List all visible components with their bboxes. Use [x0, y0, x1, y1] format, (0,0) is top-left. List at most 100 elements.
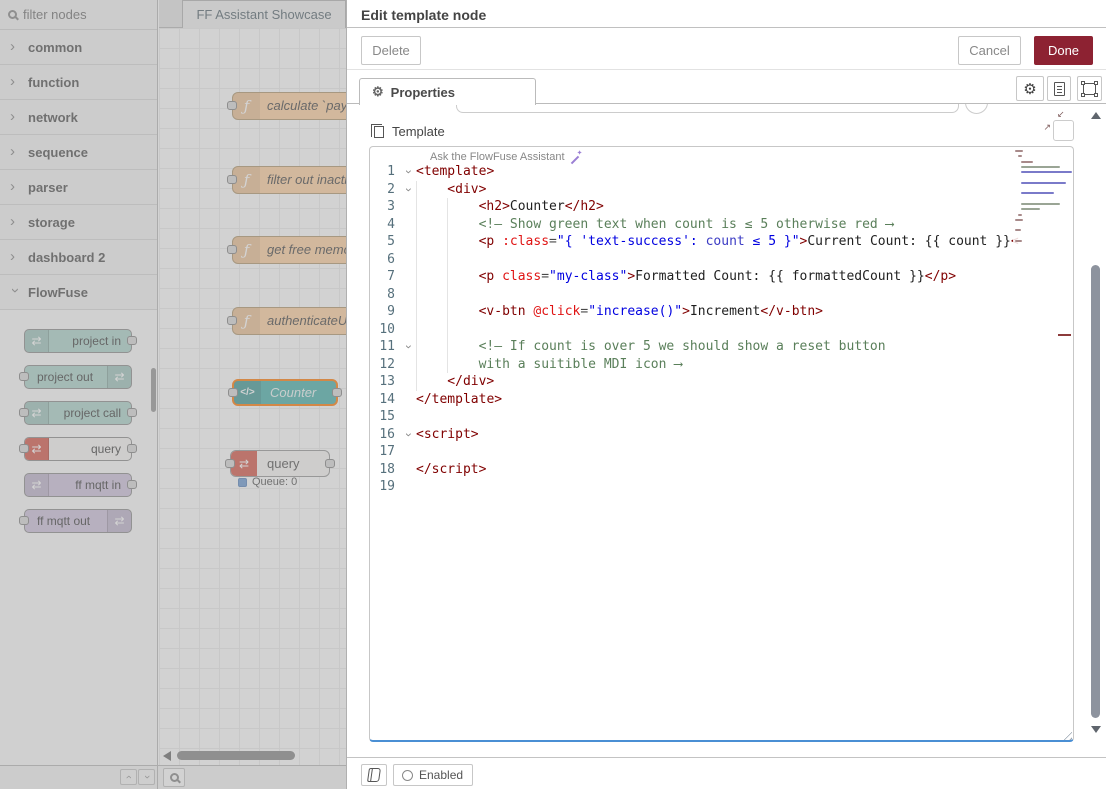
tray-scroll-thumb[interactable]	[1091, 265, 1100, 718]
node-port[interactable]	[127, 336, 137, 345]
palette-category-dashboard-2[interactable]: ›dashboard 2	[0, 240, 157, 275]
scroll-up-icon[interactable]	[1091, 112, 1101, 119]
canvas-h-scrollbar[interactable]	[163, 750, 346, 762]
node-link-icon: ⇄	[25, 474, 49, 496]
palette-category-network[interactable]: ›network	[0, 100, 157, 135]
palette-search[interactable]	[0, 0, 157, 30]
assistant-placeholder[interactable]: Ask the FlowFuse Assistant	[430, 150, 582, 164]
code-text: <script>	[416, 426, 1073, 444]
appearance-button[interactable]	[1077, 76, 1102, 101]
cancel-button[interactable]: Cancel	[958, 36, 1021, 65]
palette-node-project-call[interactable]: ⇄project call	[24, 401, 132, 425]
flow-canvas[interactable]: FF Assistant Showcase ƒcalculate `pay ƒfi…	[159, 0, 346, 765]
enabled-toggle-button[interactable]: Enabled	[393, 764, 473, 786]
flow-tab[interactable]: FF Assistant Showcase	[182, 0, 346, 28]
node-port[interactable]	[332, 388, 342, 397]
group-frame-icon	[1083, 83, 1096, 95]
code-line: 9<v-btn @click="increase()">Increment</v…	[370, 303, 1073, 321]
code-line: 5<p :class="{ 'text-success': count ≤ 5 …	[370, 233, 1073, 251]
resize-grip[interactable]	[1060, 728, 1072, 740]
tray-toolbar: Delete Cancel Done	[347, 28, 1106, 70]
code-text: <!— Show green text when count is ≤ 5 ot…	[416, 216, 1073, 234]
tray-title: Edit template node	[361, 7, 486, 23]
fold-chevron-icon[interactable]: ›	[400, 426, 416, 444]
editor-minimap[interactable]	[1013, 150, 1071, 251]
node-port[interactable]	[225, 459, 235, 468]
line-number: 4	[370, 216, 400, 234]
node-port[interactable]	[227, 175, 237, 184]
palette-category-sequence[interactable]: ›sequence	[0, 135, 157, 170]
code-editor[interactable]: Ask the FlowFuse Assistant 1›<template>2…	[369, 146, 1074, 742]
done-button[interactable]: Done	[1034, 36, 1093, 65]
chevron-icon: ›	[10, 112, 20, 122]
flow-node-label: query	[267, 456, 300, 471]
canvas-search-button[interactable]	[163, 768, 185, 787]
canvas-tabbar: FF Assistant Showcase	[159, 0, 346, 28]
code-lines: 1›<template>2›<div>3<h2>Counter</h2>4<!—…	[370, 163, 1073, 496]
node-port[interactable]	[227, 316, 237, 325]
palette-node-query[interactable]: ⇄query	[24, 437, 132, 461]
node-port[interactable]	[19, 444, 29, 453]
fold-gutter	[400, 268, 416, 286]
node-port[interactable]	[127, 480, 137, 489]
settings-button[interactable]: ⚙	[1016, 76, 1044, 101]
flow-node-query[interactable]: ⇄query	[230, 450, 330, 477]
node-port[interactable]	[227, 101, 237, 110]
node-help-button[interactable]	[361, 764, 387, 786]
scroll-down-icon[interactable]	[1091, 726, 1101, 733]
palette-node-label: project in	[72, 334, 121, 348]
palette-category-parser[interactable]: ›parser	[0, 170, 157, 205]
node-port[interactable]	[127, 444, 137, 453]
name-field-partial[interactable]	[456, 104, 959, 113]
node-port[interactable]	[228, 388, 238, 397]
code-text: with a suitible MDI icon ⟶	[416, 356, 1073, 374]
node-port[interactable]	[325, 459, 335, 468]
magic-wand-icon	[570, 152, 582, 163]
palette-category-storage[interactable]: ›storage	[0, 205, 157, 240]
line-number: 15	[370, 408, 400, 426]
node-port[interactable]	[19, 372, 29, 381]
palette-node-ff-mqtt-in[interactable]: ⇄ff mqtt in	[24, 473, 132, 497]
palette-node-project-in[interactable]: ⇄project in	[24, 329, 132, 353]
book-icon	[367, 768, 381, 782]
palette-node-ff-mqtt-out[interactable]: ⇄ff mqtt out	[24, 509, 132, 533]
template-icon: </>	[234, 381, 261, 404]
palette-category-function[interactable]: ›function	[0, 65, 157, 100]
tab-properties[interactable]: ⚙ Properties	[359, 78, 536, 105]
toggle-circle-partial[interactable]	[965, 104, 988, 114]
palette-node-label: project out	[37, 370, 93, 384]
palette-category-FlowFuse[interactable]: ›FlowFuse	[0, 275, 157, 310]
flow-node-get-free-memo[interactable]: ƒget free memo	[232, 236, 346, 264]
fold-chevron-icon[interactable]: ›	[400, 338, 416, 356]
line-number: 19	[370, 478, 400, 496]
code-text: <template>	[416, 163, 1073, 181]
expand-all-button[interactable]: ›	[138, 769, 155, 785]
code-line: 7<p class="my-class">Formatted Count: {{…	[370, 268, 1073, 286]
tray-scrollbar[interactable]	[1090, 104, 1102, 757]
scroll-left-icon[interactable]	[163, 751, 171, 761]
collapse-all-button[interactable]: ›	[120, 769, 137, 785]
flow-node-authenticateU[interactable]: ƒauthenticateU	[232, 307, 346, 335]
expand-editor-button[interactable]: ↗↙	[1053, 120, 1074, 141]
flow-node-Counter[interactable]: </>Counter	[232, 379, 338, 406]
function-icon: ƒ	[233, 167, 260, 193]
code-text: <div>	[416, 181, 1073, 199]
h-scroll-thumb[interactable]	[177, 751, 295, 760]
enabled-circle-icon	[402, 770, 413, 781]
node-port[interactable]	[19, 408, 29, 417]
filter-nodes-input[interactable]	[23, 7, 133, 22]
palette-category-common[interactable]: ›common	[0, 30, 157, 65]
minimap-line	[1021, 192, 1054, 194]
flow-node-calculate-pay[interactable]: ƒcalculate `pay	[232, 92, 346, 120]
description-button[interactable]	[1047, 76, 1071, 101]
node-port[interactable]	[127, 408, 137, 417]
palette-node-project-out[interactable]: ⇄project out	[24, 365, 132, 389]
delete-button[interactable]: Delete	[361, 36, 421, 65]
node-port[interactable]	[19, 516, 29, 525]
palette-scrollbar[interactable]	[151, 368, 156, 412]
node-port[interactable]	[227, 245, 237, 254]
fold-chevron-icon[interactable]: ›	[400, 181, 416, 199]
flow-node-filter-out-inacti[interactable]: ƒfilter out inacti	[232, 166, 346, 194]
code-text	[416, 478, 1073, 496]
fold-chevron-icon[interactable]: ›	[400, 163, 416, 181]
